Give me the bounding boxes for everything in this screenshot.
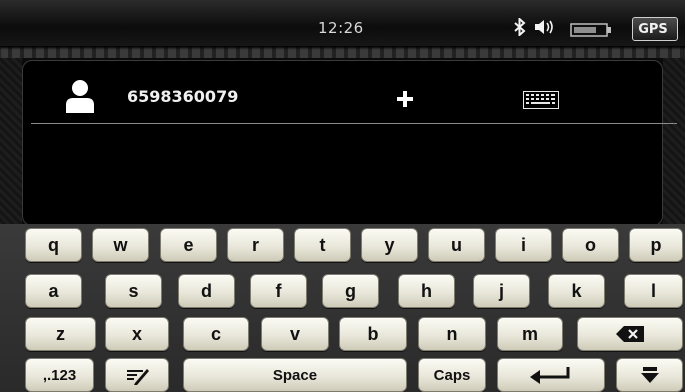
side-texture-right [663, 58, 685, 226]
decorative-strip [0, 46, 685, 58]
key-d[interactable]: d [178, 274, 235, 308]
battery-icon [570, 22, 612, 41]
key-n[interactable]: n [418, 317, 486, 351]
bluetooth-icon [513, 16, 527, 40]
key-b[interactable]: b [339, 317, 407, 351]
recipient-number[interactable]: 6598360079 [127, 87, 238, 106]
key-x[interactable]: x [105, 317, 169, 351]
handwriting-key[interactable] [105, 358, 169, 392]
key-f[interactable]: f [250, 274, 307, 308]
hide-keyboard-key[interactable] [616, 358, 683, 392]
handwriting-icon [127, 369, 149, 385]
key-w[interactable]: w [92, 228, 149, 262]
enter-icon [530, 367, 570, 384]
key-q[interactable]: q [25, 228, 82, 262]
hide-keyboard-icon [640, 367, 659, 383]
key-v[interactable]: v [261, 317, 329, 351]
backspace-key[interactable] [577, 317, 683, 351]
key-c[interactable]: c [183, 317, 249, 351]
volume-icon [534, 18, 556, 40]
key-m[interactable]: m [497, 317, 563, 351]
key-r[interactable]: r [227, 228, 284, 262]
numbers-key[interactable]: ,.123 [25, 358, 94, 392]
key-j[interactable]: j [473, 274, 530, 308]
key-y[interactable]: y [361, 228, 418, 262]
key-p[interactable]: p [629, 228, 683, 262]
key-i[interactable]: i [495, 228, 552, 262]
side-texture-left [0, 58, 22, 226]
on-screen-keyboard: q w e r t y u i o p a s d f g h j k l z … [0, 224, 685, 392]
key-a[interactable]: a [25, 274, 82, 308]
gps-indicator[interactable]: GPS [632, 17, 678, 41]
key-u[interactable]: u [428, 228, 485, 262]
key-t[interactable]: t [294, 228, 351, 262]
clock: 12:26 [318, 19, 364, 37]
status-bar: 12:26 GPS [0, 0, 685, 46]
space-key[interactable]: Space [183, 358, 407, 392]
key-l[interactable]: l [624, 274, 683, 308]
key-e[interactable]: e [160, 228, 217, 262]
message-panel: 6598360079 [22, 60, 677, 226]
caps-key[interactable]: Caps [418, 358, 486, 392]
divider [31, 123, 677, 124]
keyboard-icon[interactable] [523, 91, 559, 113]
key-g[interactable]: g [322, 274, 379, 308]
key-o[interactable]: o [562, 228, 619, 262]
message-input-area[interactable] [23, 125, 662, 225]
key-k[interactable]: k [548, 274, 605, 308]
recipient-row: 6598360079 [23, 61, 662, 123]
add-icon[interactable] [396, 90, 414, 112]
key-s[interactable]: s [105, 274, 162, 308]
key-z[interactable]: z [25, 317, 96, 351]
key-h[interactable]: h [398, 274, 455, 308]
backspace-icon [616, 326, 644, 342]
contact-icon[interactable] [65, 79, 95, 117]
enter-key[interactable] [497, 358, 605, 392]
